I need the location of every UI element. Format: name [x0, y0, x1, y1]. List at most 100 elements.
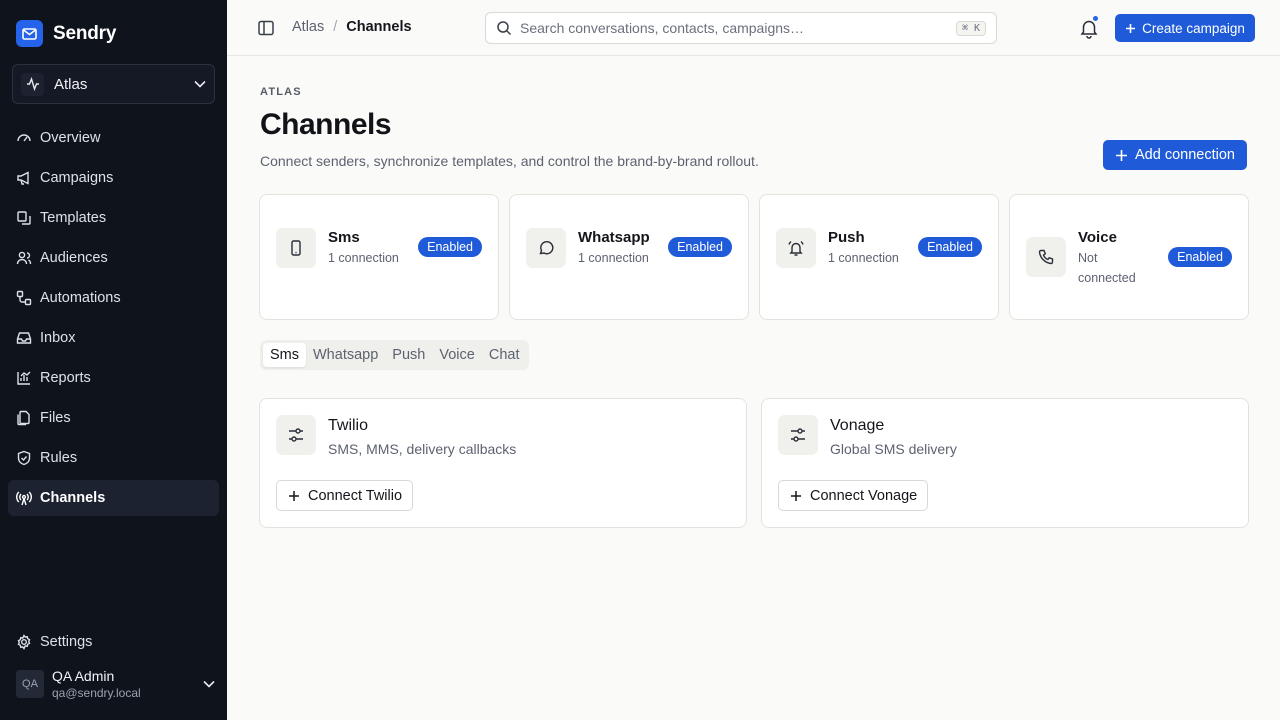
tab-sms[interactable]: Sms [263, 343, 306, 367]
provider-name: Vonage [830, 417, 885, 434]
shield-icon [17, 450, 31, 466]
breadcrumb-current: Channels [346, 19, 412, 35]
workspace-name: Atlas [54, 75, 88, 93]
provider-card-twilio: Twilio SMS, MMS, delivery callbacks Conn… [259, 398, 747, 528]
add-connection-label: Add connection [1135, 147, 1235, 163]
status-badge: Enabled [418, 237, 482, 257]
tab-voice[interactable]: Voice [432, 343, 481, 367]
plus-icon [791, 490, 801, 501]
breadcrumb: Atlas / Channels [292, 19, 412, 35]
provider-description: SMS, MMS, delivery callbacks [328, 441, 517, 457]
create-campaign-button[interactable]: Create campaign [1115, 14, 1255, 42]
megaphone-icon [17, 171, 29, 185]
sidebar-item-label: Channels [40, 490, 106, 506]
provider-description: Global SMS delivery [830, 441, 957, 457]
gear-icon [17, 634, 31, 650]
sidebar: Sendry Atlas Overview Campaigns Template… [0, 0, 227, 720]
settings-label: Settings [40, 634, 93, 650]
panel-left-icon [258, 20, 274, 36]
sidebar-item-automations[interactable]: Automations [8, 280, 219, 316]
page-title: Channels [260, 108, 392, 141]
templates-icon [17, 211, 31, 225]
avatar: QA [16, 670, 44, 698]
sidebar-item-rules[interactable]: Rules [8, 440, 219, 476]
tab-chat[interactable]: Chat [482, 343, 527, 367]
connect-vonage-button[interactable]: Connect Vonage [778, 480, 929, 511]
provider-name: Twilio [328, 417, 369, 434]
chart-icon [17, 371, 31, 385]
sidebar-item-inbox[interactable]: Inbox [8, 320, 219, 356]
breadcrumb-atlas[interactable]: Atlas [292, 19, 324, 35]
phone-call-icon [1026, 237, 1066, 277]
page-eyebrow: ATLAS [260, 86, 302, 98]
create-campaign-label: Create campaign [1142, 20, 1245, 36]
sidebar-item-label: Automations [40, 290, 121, 306]
channel-name: Sms [328, 229, 360, 246]
inbox-icon [16, 332, 32, 344]
sidebar-item-label: Overview [40, 130, 101, 146]
connect-twilio-button[interactable]: Connect Twilio [276, 480, 414, 511]
sidebar-nav: Overview Campaigns Templates Audiences A… [8, 120, 219, 520]
provider-card-vonage: Vonage Global SMS delivery Connect Vonag… [761, 398, 1249, 528]
plus-icon [1116, 149, 1128, 161]
search-box[interactable]: ⌘ K [485, 12, 997, 44]
phone-device-icon [276, 228, 316, 268]
sidebar-item-overview[interactable]: Overview [8, 120, 219, 156]
gauge-icon [17, 134, 31, 142]
channel-card-sms[interactable]: Sms 1 connection Enabled [259, 194, 499, 320]
radio-tower-icon [16, 491, 32, 506]
sidebar-item-settings[interactable]: Settings [8, 624, 219, 660]
workflow-icon [16, 290, 32, 306]
connect-label: Connect Twilio [308, 487, 403, 504]
sidebar-item-label: Files [40, 410, 71, 426]
brand[interactable]: Sendry [16, 20, 116, 47]
breadcrumb-separator: / [333, 19, 338, 35]
sidebar-item-label: Audiences [40, 250, 108, 266]
users-icon [16, 251, 32, 265]
workspace-switcher[interactable]: Atlas [12, 64, 215, 104]
channel-status: Not connected [1078, 251, 1136, 285]
user-info: QA Admin qa@sendry.local [52, 667, 195, 701]
sidebar-item-channels[interactable]: Channels [8, 480, 219, 516]
plus-icon [1126, 23, 1136, 33]
topbar: Atlas / Channels ⌘ K Create campaign [227, 0, 1280, 56]
tab-push[interactable]: Push [385, 343, 432, 367]
channel-card-voice[interactable]: Voice Not connected Enabled [1009, 194, 1249, 320]
sidebar-item-label: Reports [40, 370, 91, 386]
user-name: QA Admin [52, 668, 115, 684]
status-badge: Enabled [668, 237, 732, 257]
brand-name: Sendry [53, 22, 117, 44]
channel-status: 1 connection [828, 251, 899, 265]
sidebar-toggle-button[interactable] [257, 19, 275, 42]
chevron-down-icon [203, 680, 215, 688]
chevron-down-icon [194, 80, 206, 88]
sidebar-item-label: Inbox [40, 330, 76, 346]
search-icon [497, 21, 512, 36]
chat-bubble-icon [526, 228, 566, 268]
sidebar-item-campaigns[interactable]: Campaigns [8, 160, 219, 196]
sidebar-item-reports[interactable]: Reports [8, 360, 219, 396]
channel-name: Whatsapp [578, 229, 650, 246]
add-connection-button[interactable]: Add connection [1103, 140, 1247, 170]
search-input[interactable] [520, 20, 948, 36]
mail-logo-icon [16, 20, 43, 47]
search-shortcut: ⌘ K [955, 20, 986, 36]
status-badge: Enabled [918, 237, 982, 257]
sidebar-item-label: Templates [40, 210, 107, 226]
channel-status: 1 connection [328, 251, 399, 265]
channel-name: Push [828, 229, 865, 246]
sidebar-item-files[interactable]: Files [8, 400, 219, 436]
channel-card-whatsapp[interactable]: Whatsapp 1 connection Enabled [509, 194, 749, 320]
sliders-icon [778, 415, 818, 455]
channel-card-push[interactable]: Push 1 connection Enabled [759, 194, 999, 320]
connect-label: Connect Vonage [810, 487, 918, 504]
user-menu[interactable]: QA QA Admin qa@sendry.local [16, 666, 215, 702]
sidebar-item-audiences[interactable]: Audiences [8, 240, 219, 276]
tab-whatsapp[interactable]: Whatsapp [306, 343, 385, 367]
channel-tabs: Sms Whatsapp Push Voice Chat [260, 340, 530, 370]
sidebar-item-label: Campaigns [40, 170, 114, 186]
sidebar-item-templates[interactable]: Templates [8, 200, 219, 236]
channel-name: Voice [1078, 229, 1117, 246]
status-badge: Enabled [1168, 247, 1232, 267]
notifications-button[interactable] [1078, 15, 1100, 39]
